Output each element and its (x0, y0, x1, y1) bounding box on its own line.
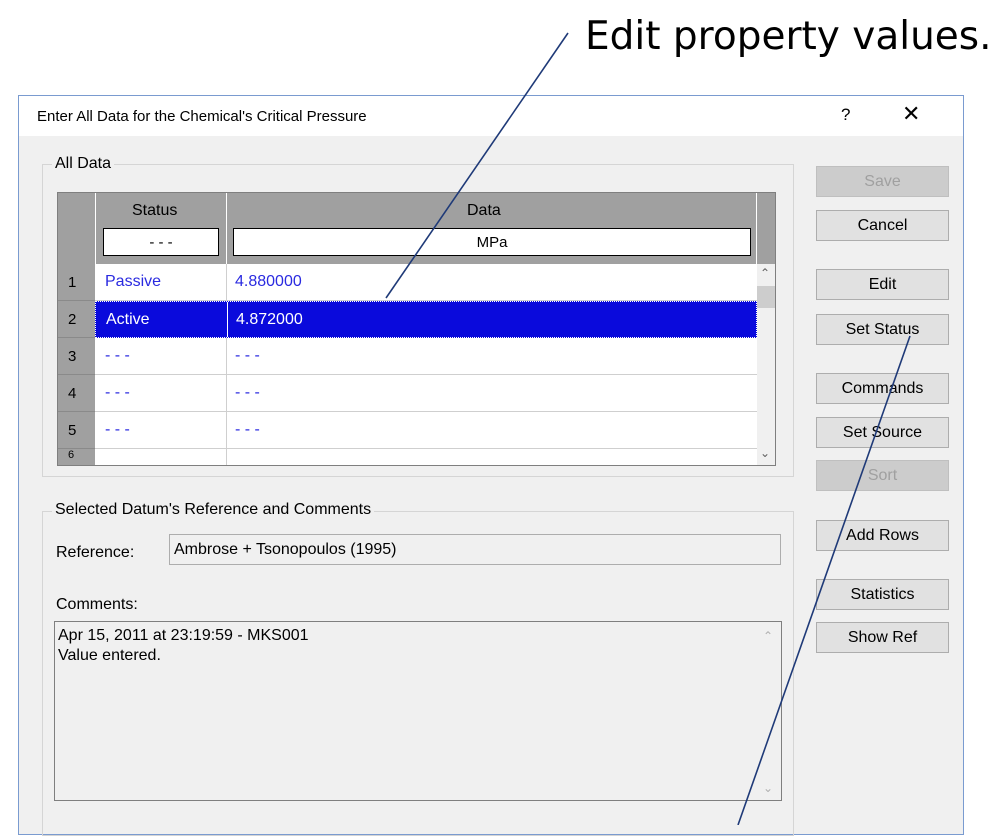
column-divider (227, 302, 228, 337)
data-grid: Status Data - - - MPa 1 2 3 4 5 6 Passiv… (57, 192, 776, 466)
grid-scrollbar[interactable]: ⌃ ⌄ (757, 264, 775, 465)
statistics-button[interactable]: Statistics (816, 579, 949, 610)
scroll-up-icon: ⌃ (762, 629, 773, 643)
reference-comments-group-label: Selected Datum's Reference and Comments (52, 501, 375, 519)
sort-button[interactable]: Sort (816, 460, 949, 491)
data-cell: - - - (235, 347, 260, 364)
title-bar: Enter All Data for the Chemical's Critic… (19, 96, 963, 136)
status-cell: Active (106, 310, 150, 328)
grid-corner-header (58, 193, 95, 264)
column-divider (226, 449, 227, 465)
edit-button[interactable]: Edit (816, 269, 949, 300)
table-row[interactable]: Passive 4.880000 (95, 264, 757, 301)
row-number: 1 (58, 264, 95, 301)
row-number: 3 (58, 338, 95, 375)
show-ref-button[interactable]: Show Ref (816, 622, 949, 653)
column-divider (226, 375, 227, 411)
commands-button[interactable]: Commands (816, 373, 949, 404)
scroll-up-icon[interactable]: ⌃ (760, 266, 770, 280)
row-number: 5 (58, 412, 95, 449)
table-row[interactable]: - - - - - - (95, 338, 757, 375)
scroll-down-icon[interactable]: ⌄ (760, 446, 770, 460)
units-filter-field[interactable]: MPa (233, 228, 751, 256)
scroll-thumb[interactable] (757, 286, 775, 308)
scroll-down-icon: ⌄ (762, 781, 773, 795)
column-divider (226, 338, 227, 374)
close-icon[interactable]: ✕ (902, 101, 920, 127)
column-divider (226, 264, 227, 300)
comments-textarea[interactable]: Apr 15, 2011 at 23:19:59 - MKS001 Value … (54, 621, 782, 801)
data-cell: - - - (235, 384, 260, 401)
reference-field[interactable]: Ambrose + Tsonopoulos (1995) (169, 534, 781, 565)
row-number: 6 (58, 449, 95, 465)
table-row-selected[interactable]: Active 4.872000 (95, 301, 757, 338)
cancel-button[interactable]: Cancel (816, 210, 949, 241)
save-button[interactable]: Save (816, 166, 949, 197)
table-row[interactable]: - - - - - - (95, 412, 757, 449)
status-cell: Passive (105, 273, 162, 290)
help-icon[interactable]: ? (841, 105, 850, 125)
status-cell: - - - (105, 421, 130, 438)
all-data-group-label: All Data (52, 155, 115, 173)
set-source-button[interactable]: Set Source (816, 417, 949, 448)
status-cell: - - - (105, 347, 130, 364)
column-divider (226, 412, 227, 448)
row-number: 2 (58, 301, 95, 338)
table-row[interactable]: - - - - - - (95, 375, 757, 412)
status-cell: - - - (105, 384, 130, 401)
data-cell: 4.872000 (236, 310, 303, 328)
comments-line: Apr 15, 2011 at 23:19:59 - MKS001 (58, 627, 309, 644)
add-rows-button[interactable]: Add Rows (816, 520, 949, 551)
dialog-window: Enter All Data for the Chemical's Critic… (18, 95, 964, 836)
data-cell: 4.880000 (235, 273, 302, 290)
header-filler (757, 193, 775, 264)
data-column-label: Data (467, 202, 501, 219)
table-row[interactable] (95, 449, 757, 465)
callout-edit-property-values: Edit property values. (585, 14, 989, 59)
status-filter-field[interactable]: - - - (103, 228, 219, 256)
row-number: 4 (58, 375, 95, 412)
reference-label: Reference: (56, 544, 135, 561)
comments-label: Comments: (56, 596, 138, 613)
data-cell: - - - (235, 421, 260, 438)
set-status-button[interactable]: Set Status (816, 314, 949, 345)
status-column-label: Status (132, 202, 178, 219)
window-title: Enter All Data for the Chemical's Critic… (37, 108, 367, 125)
comments-line: Value entered. (58, 647, 161, 664)
